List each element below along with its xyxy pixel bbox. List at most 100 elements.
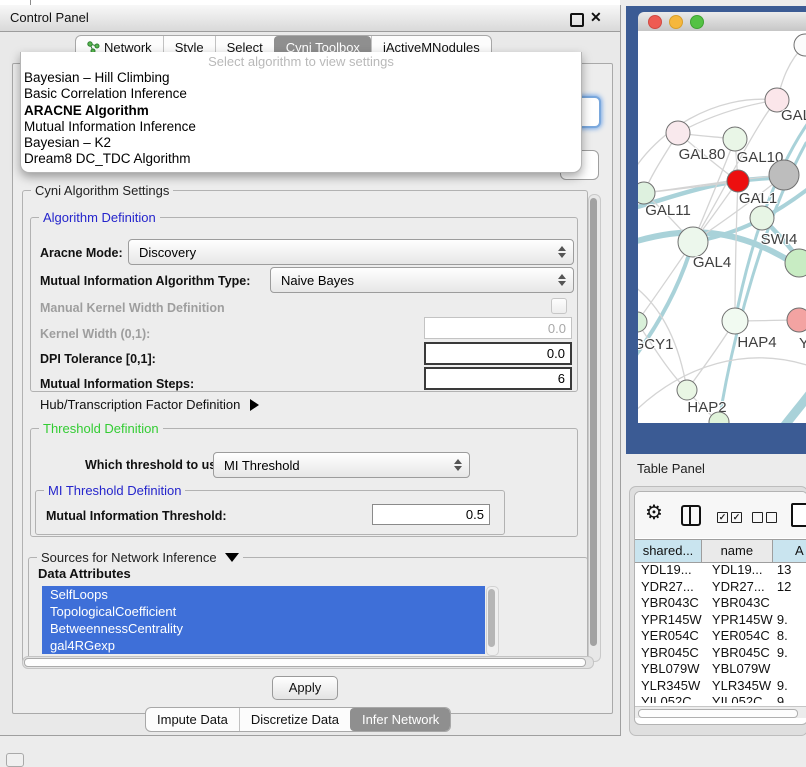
network-node-gal1[interactable] bbox=[727, 170, 749, 192]
table-horizontal-scrollbar[interactable] bbox=[635, 706, 806, 718]
float-window-icon[interactable] bbox=[570, 13, 584, 27]
table-row[interactable]: YPR145WYPR145W9. bbox=[635, 612, 806, 629]
table-row[interactable]: YBR043CYBR043C bbox=[635, 595, 806, 612]
minimize-traffic-light[interactable] bbox=[669, 15, 683, 29]
network-edge[interactable] bbox=[735, 181, 738, 321]
table-cell: YDR27... bbox=[702, 579, 773, 596]
table-cell bbox=[773, 661, 806, 678]
dropdown-placeholder: Select algorithm to view settings bbox=[21, 54, 581, 69]
table-cell: YPR145W bbox=[635, 612, 702, 629]
algorithm-option-bayesian-k2[interactable]: Bayesian – K2 bbox=[24, 135, 574, 151]
mi-steps-label: Mutual Information Steps: bbox=[40, 377, 194, 391]
split-columns-icon[interactable] bbox=[681, 505, 701, 526]
settings-horizontal-scrollbar[interactable] bbox=[22, 656, 594, 669]
close-traffic-light[interactable] bbox=[648, 15, 662, 29]
node-label-gal11: GAL11 bbox=[645, 202, 691, 219]
attribute-item-betweennesscentrality[interactable]: BetweennessCentrality bbox=[42, 620, 485, 637]
table-row[interactable]: YBL079WYBL079W bbox=[635, 661, 806, 678]
scrollbar-thumb[interactable] bbox=[590, 198, 597, 646]
unchecked-checkbox-icon[interactable] bbox=[752, 512, 763, 523]
algorithm-option-mutual-information-inference[interactable]: Mutual Information Inference bbox=[24, 119, 574, 135]
algorithm-dropdown-popup: Select algorithm to view settings Bayesi… bbox=[20, 52, 582, 173]
algorithm-option-dream8-dc-tdc-algorithm[interactable]: Dream8 DC_TDC Algorithm bbox=[24, 151, 574, 167]
panel-title: Control Panel bbox=[10, 5, 89, 31]
scrollbar-thumb[interactable] bbox=[488, 589, 495, 647]
table-row[interactable]: YDL19...YDL19...13 bbox=[635, 562, 806, 579]
table-row[interactable]: YDR27...YDR27...12 bbox=[635, 579, 806, 596]
manual-kernel-checkbox[interactable] bbox=[551, 298, 567, 314]
network-node-gcy1[interactable] bbox=[638, 312, 647, 332]
network-node[interactable] bbox=[794, 34, 806, 56]
network-edge[interactable] bbox=[782, 383, 806, 423]
table-header-row: shared...nameA bbox=[635, 539, 806, 563]
unchecked-checkbox-icon[interactable] bbox=[766, 512, 777, 523]
table-cell: YDR27... bbox=[635, 579, 702, 596]
table-cell: 9 bbox=[773, 694, 806, 703]
apply-button[interactable]: Apply bbox=[272, 676, 338, 700]
network-window-titlebar[interactable] bbox=[638, 12, 806, 32]
checked-checkbox-icon[interactable]: ✓ bbox=[731, 512, 742, 523]
tab-discretize-data[interactable]: Discretize Data bbox=[239, 708, 350, 731]
tab-infer-network[interactable]: Infer Network bbox=[350, 708, 450, 731]
algorithm-definition-title: Algorithm Definition bbox=[39, 210, 160, 225]
attribute-item-topologicalcoefficient[interactable]: TopologicalCoefficient bbox=[42, 603, 485, 620]
table-row[interactable]: YIL052CYIL052C9 bbox=[635, 694, 806, 703]
collapse-down-icon[interactable] bbox=[225, 553, 239, 562]
network-node[interactable] bbox=[769, 160, 799, 190]
table-cell: YBR045C bbox=[702, 645, 773, 662]
table-rows: YDL19...YDL19...13YDR27...YDR27...12YBR0… bbox=[635, 562, 806, 703]
attribute-item-selfloops[interactable]: SelfLoops bbox=[42, 586, 485, 603]
table-row[interactable]: YBR045CYBR045C9. bbox=[635, 645, 806, 662]
algorithm-option-aracne-algorithm[interactable]: ARACNE Algorithm bbox=[24, 103, 574, 119]
node-label-gal2: GAL2 bbox=[781, 107, 806, 124]
which-threshold-select[interactable]: MI Threshold bbox=[213, 452, 470, 478]
document-icon[interactable] bbox=[791, 503, 806, 527]
mi-algorithm-type-select[interactable]: Naive Bayes bbox=[270, 267, 574, 293]
mi-steps-input[interactable] bbox=[424, 367, 572, 390]
settings-vertical-scrollbar[interactable] bbox=[588, 194, 601, 662]
minimized-panel-icon[interactable] bbox=[6, 753, 24, 767]
network-node-y[interactable] bbox=[787, 308, 806, 332]
network-node-swi4[interactable] bbox=[750, 206, 774, 230]
checked-checkbox-icon[interactable]: ✓ bbox=[717, 512, 728, 523]
network-node-gal11[interactable] bbox=[638, 182, 655, 204]
gear-icon[interactable]: ⚙ bbox=[645, 500, 663, 525]
close-icon[interactable]: ✕ bbox=[590, 9, 602, 26]
hub-definition-label: Hub/Transcription Factor Definition bbox=[40, 397, 240, 412]
kernel-width-input[interactable] bbox=[424, 317, 572, 339]
table-row[interactable]: YLR345WYLR345W9. bbox=[635, 678, 806, 695]
attribute-item-gal4rgexp[interactable]: gal4RGexp bbox=[42, 637, 485, 654]
table-cell: YBR045C bbox=[635, 645, 702, 662]
column-header-a[interactable]: A bbox=[773, 540, 806, 562]
bottom-tabbar: Impute DataDiscretize DataInfer Network bbox=[145, 707, 451, 732]
dpi-tolerance-input[interactable] bbox=[424, 342, 572, 365]
scrollbar-thumb[interactable] bbox=[638, 709, 798, 718]
hub-definition-expander[interactable]: Hub/Transcription Factor Definition bbox=[40, 397, 259, 412]
algorithm-option-bayesian-hill-climbing[interactable]: Bayesian – Hill Climbing bbox=[24, 70, 574, 86]
network-node-gal80[interactable] bbox=[666, 121, 690, 145]
table-row[interactable]: YER054CYER054C8. bbox=[635, 628, 806, 645]
table-cell: YIL052C bbox=[702, 694, 773, 703]
network-node-gal10[interactable] bbox=[723, 127, 747, 151]
stepper-arrows-icon bbox=[554, 274, 573, 286]
aracne-mode-select[interactable]: Discovery bbox=[128, 239, 574, 265]
table-cell: YLR345W bbox=[635, 678, 702, 695]
table-cell: YDL19... bbox=[702, 562, 773, 579]
attributes-list-scrollbar[interactable] bbox=[486, 586, 499, 656]
scrollbar-thumb[interactable] bbox=[24, 658, 586, 667]
network-canvas[interactable]: GAL2GAL80GAL10GAL1GAL11SWI4GAL4GCY1HAP4Y… bbox=[638, 31, 806, 423]
zoom-traffic-light[interactable] bbox=[690, 15, 704, 29]
mi-threshold-input[interactable] bbox=[372, 504, 490, 525]
network-node[interactable] bbox=[785, 249, 806, 277]
kernel-width-label: Kernel Width (0,1): bbox=[40, 327, 150, 341]
algorithm-option-basic-correlation-inference[interactable]: Basic Correlation Inference bbox=[24, 86, 574, 102]
tab-impute-data[interactable]: Impute Data bbox=[146, 708, 239, 731]
column-header-shared[interactable]: shared... bbox=[635, 540, 702, 562]
stepper-arrows-icon bbox=[450, 459, 469, 471]
network-node-hap2[interactable] bbox=[677, 380, 697, 400]
data-attributes-list[interactable]: SelfLoopsTopologicalCoefficientBetweenne… bbox=[42, 586, 485, 654]
dpi-tolerance-label: DPI Tolerance [0,1]: bbox=[40, 352, 156, 366]
network-node-gal4[interactable] bbox=[678, 227, 708, 257]
network-node-hap4[interactable] bbox=[722, 308, 748, 334]
column-header-name[interactable]: name bbox=[702, 540, 773, 562]
